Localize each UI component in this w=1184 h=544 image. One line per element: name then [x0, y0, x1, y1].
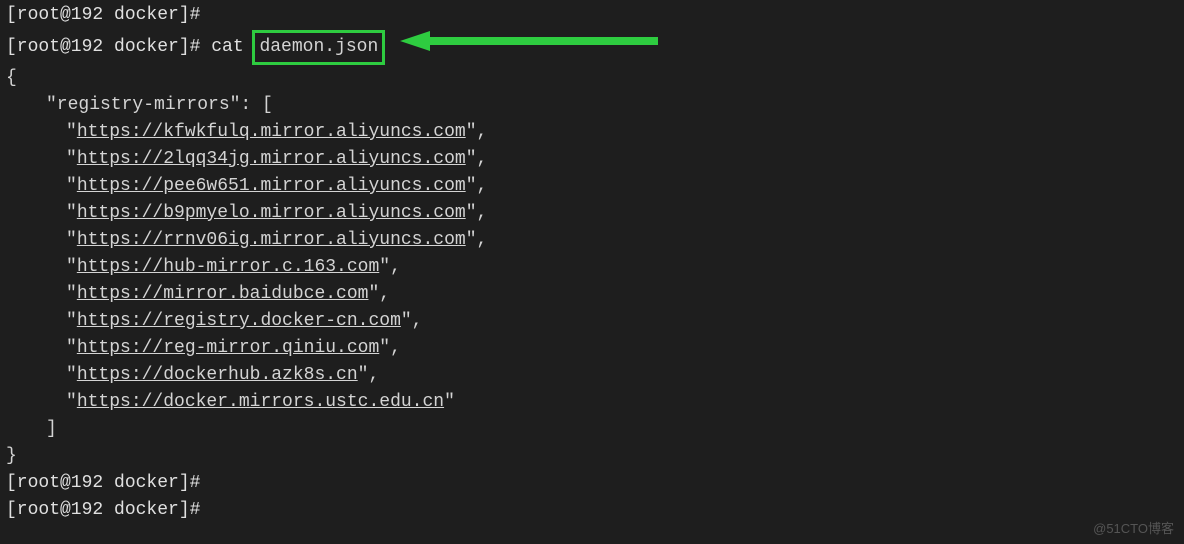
mirror-url: https://dockerhub.azk8s.cn [77, 365, 358, 385]
arrow-annotation [400, 29, 660, 63]
mirror-url: https://registry.docker-cn.com [77, 311, 401, 331]
mirror-url: https://b9pmyelo.mirror.aliyuncs.com [77, 203, 466, 223]
shell-prompt: [root@192 docker]# [6, 500, 200, 520]
mirror-url: https://pee6w651.mirror.aliyuncs.com [77, 176, 466, 196]
json-close-brace: } [6, 443, 1178, 470]
mirror-url: https://mirror.baidubce.com [77, 284, 369, 304]
mirror-entry: "https://kfwkfulq.mirror.aliyuncs.com", [6, 119, 1178, 146]
mirror-entry: "https://reg-mirror.qiniu.com", [6, 335, 1178, 362]
mirror-entry: "https://2lqq34jg.mirror.aliyuncs.com", [6, 146, 1178, 173]
mirror-entry: "https://rrnv06ig.mirror.aliyuncs.com", [6, 227, 1178, 254]
prompt-line: [root@192 docker]# [6, 2, 1178, 29]
mirror-url: https://rrnv06ig.mirror.aliyuncs.com [77, 230, 466, 250]
mirror-url: https://reg-mirror.qiniu.com [77, 338, 379, 358]
json-open-brace: { [6, 65, 1178, 92]
prompt-line: [root@192 docker]# [6, 470, 1178, 497]
mirror-entry: "https://dockerhub.azk8s.cn", [6, 362, 1178, 389]
shell-prompt: [root@192 docker]# [6, 5, 200, 25]
mirror-entry: "https://registry.docker-cn.com", [6, 308, 1178, 335]
highlighted-filename: daemon.json [252, 30, 385, 65]
command-line: [root@192 docker]# cat daemon.json [6, 29, 1178, 65]
mirror-url: https://2lqq34jg.mirror.aliyuncs.com [77, 149, 466, 169]
shell-prompt: [root@192 docker]# [6, 473, 200, 493]
mirror-entry: "https://b9pmyelo.mirror.aliyuncs.com", [6, 200, 1178, 227]
mirror-entry: "https://pee6w651.mirror.aliyuncs.com", [6, 173, 1178, 200]
prompt-line: [root@192 docker]# [6, 497, 1178, 524]
mirror-entry: "https://mirror.baidubce.com", [6, 281, 1178, 308]
json-close-bracket: ] [6, 416, 1178, 443]
terminal-output: [root@192 docker]# [root@192 docker]# ca… [6, 2, 1178, 524]
mirror-entry: "https://hub-mirror.c.163.com", [6, 254, 1178, 281]
shell-prompt-command: [root@192 docker]# cat [6, 37, 244, 57]
watermark-text: @51CTO博客 [1093, 519, 1174, 539]
mirror-entry: "https://docker.mirrors.ustc.edu.cn" [6, 389, 1178, 416]
mirror-url: https://hub-mirror.c.163.com [77, 257, 379, 277]
mirror-url: https://kfwkfulq.mirror.aliyuncs.com [77, 122, 466, 142]
mirror-url: https://docker.mirrors.ustc.edu.cn [77, 392, 444, 412]
json-key-line: "registry-mirrors": [ [6, 92, 1178, 119]
arrow-left-icon [400, 29, 660, 53]
